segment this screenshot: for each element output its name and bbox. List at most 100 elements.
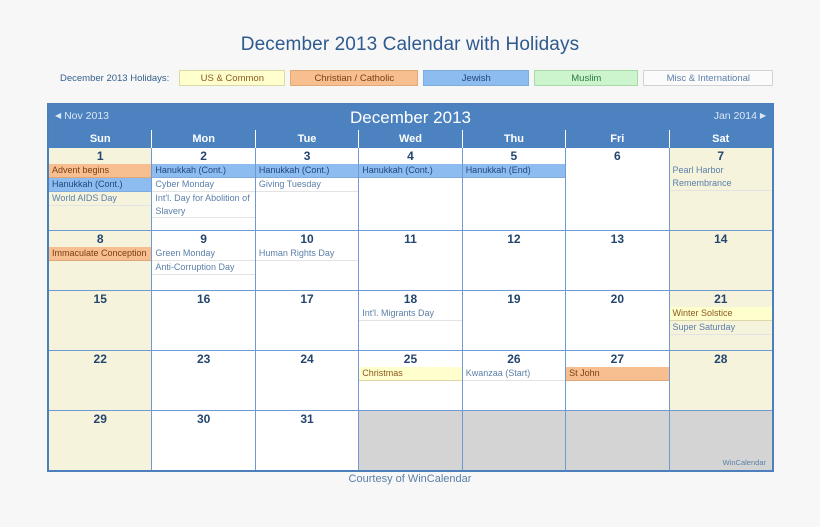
day-number: 19: [507, 292, 521, 306]
day-cell-6[interactable]: 6: [566, 148, 670, 230]
weekday-mon: Mon: [152, 130, 256, 148]
day-cell-27[interactable]: 27 St John: [566, 351, 670, 410]
day-cell-15[interactable]: 15: [49, 291, 153, 350]
day-cell-4[interactable]: 4 Hanukkah (Cont.): [359, 148, 463, 230]
day-number: 20: [610, 292, 624, 306]
day-cell-19[interactable]: 19: [462, 291, 567, 350]
event-label[interactable]: Immaculate Conception: [49, 247, 152, 261]
day-cell-23[interactable]: 23: [152, 351, 256, 410]
day-cell-20[interactable]: 20: [566, 291, 670, 350]
day-number: 5: [510, 149, 518, 163]
legend-item-jewish[interactable]: Jewish: [423, 70, 530, 86]
day-number: 8: [96, 232, 104, 246]
day-cell-13[interactable]: 13: [566, 231, 670, 290]
day-cell-12[interactable]: 12: [462, 231, 567, 290]
event-label[interactable]: Int'l. Day for Abolition of Slavery: [152, 192, 255, 218]
holiday-legend: December 2013 Holidays: US & Common Chri…: [60, 69, 778, 87]
event-label[interactable]: Hanukkah (Cont.): [152, 164, 255, 178]
event-label[interactable]: Anti-Corruption Day: [152, 261, 255, 275]
day-number: 17: [300, 292, 314, 306]
event-label[interactable]: Super Saturday: [669, 321, 772, 335]
calendar-week-row: 8 Immaculate Conception 9 Green Monday Anti-…: [49, 230, 772, 290]
event-label[interactable]: Human Rights Day: [255, 247, 359, 261]
day-cell-25[interactable]: 25 Christmas: [359, 351, 463, 410]
weekday-fri: Fri: [566, 130, 670, 148]
day-cell-26[interactable]: 26 Kwanzaa (Start): [462, 351, 567, 410]
day-cell-9[interactable]: 9 Green Monday Anti-Corruption Day: [152, 231, 256, 290]
day-cell-14[interactable]: 14: [669, 231, 772, 290]
day-cell-7[interactable]: 7 Pearl Harbor Remembrance: [669, 148, 772, 230]
calendar-page: December 2013 Calendar with Holidays Dec…: [0, 0, 820, 527]
event-label[interactable]: Hanukkah (End): [462, 164, 566, 178]
day-cell-24[interactable]: 24: [255, 351, 360, 410]
day-number: 25: [403, 352, 418, 366]
weekday-thu: Thu: [463, 130, 567, 148]
wincalendar-watermark: WinCalendar: [722, 458, 766, 467]
event-label[interactable]: Hanukkah (Cont.): [255, 164, 359, 178]
day-cell-29[interactable]: 29: [49, 411, 153, 470]
day-cell-18[interactable]: 18 Int'l. Migrants Day: [359, 291, 463, 350]
event-label[interactable]: Pearl Harbor Remembrance: [669, 164, 772, 191]
day-cell-10[interactable]: 10 Human Rights Day: [255, 231, 360, 290]
calendar-week-row: 22 23 24 25 Christmas 26 Kwanzaa (Start) 27 St J…: [49, 350, 772, 410]
prev-month-link[interactable]: ◀ Nov 2013: [55, 110, 109, 122]
legend-item-us-common[interactable]: US & Common: [179, 70, 286, 86]
event-label[interactable]: Giving Tuesday: [255, 178, 359, 192]
day-cell-28[interactable]: 28: [669, 351, 772, 410]
event-label[interactable]: St John: [566, 367, 669, 381]
calendar-week-row: 15 16 17 18 Int'l. Migrants Day 19 20 21 Winter …: [49, 290, 772, 350]
day-number: 15: [93, 292, 107, 306]
month-title: December 2013: [350, 108, 471, 127]
calendar-week-row: 1 Advent begins Hanukkah (Cont.) World AIDS…: [49, 148, 772, 230]
event-label[interactable]: World AIDS Day: [49, 192, 152, 206]
event-label[interactable]: Kwanzaa (Start): [462, 367, 566, 381]
day-cell-21[interactable]: 21 Winter Solstice Super Saturday: [669, 291, 772, 350]
event-label[interactable]: Cyber Monday: [152, 178, 255, 192]
event-label[interactable]: Winter Solstice: [669, 307, 772, 321]
legend-item-muslim[interactable]: Muslim: [534, 70, 639, 86]
day-number: 24: [300, 352, 314, 366]
next-month-link[interactable]: Jan 2014 ▶: [714, 110, 766, 122]
month-header: ◀ Nov 2013 December 2013 Jan 2014 ▶: [49, 105, 772, 130]
legend-item-misc-international[interactable]: Misc & International: [643, 70, 774, 86]
day-number: 27: [610, 352, 624, 366]
weekday-header-row: Sun Mon Tue Wed Thu Fri Sat: [49, 130, 772, 148]
day-cell-empty[interactable]: [566, 411, 670, 470]
event-label[interactable]: Green Monday: [152, 247, 255, 261]
day-number: 21: [714, 292, 728, 306]
day-cell-16[interactable]: 16: [152, 291, 256, 350]
day-cell-2[interactable]: 2 Hanukkah (Cont.) Cyber Monday Int'l. Day …: [152, 148, 256, 230]
day-number: 7: [717, 149, 725, 163]
day-cell-1[interactable]: 1 Advent begins Hanukkah (Cont.) World AIDS…: [49, 148, 153, 230]
weekday-sun: Sun: [49, 130, 153, 148]
day-cell-8[interactable]: 8 Immaculate Conception: [49, 231, 153, 290]
day-cell-30[interactable]: 30: [152, 411, 256, 470]
day-cell-empty[interactable]: [359, 411, 463, 470]
event-label[interactable]: Hanukkah (Cont.): [49, 178, 152, 192]
day-number: 1: [96, 149, 104, 163]
legend-item-christian-catholic[interactable]: Christian / Catholic: [290, 70, 419, 86]
day-cell-31[interactable]: 31: [255, 411, 360, 470]
day-cell-22[interactable]: 22: [49, 351, 153, 410]
event-label[interactable]: Int'l. Migrants Day: [359, 307, 462, 321]
event-label[interactable]: Christmas: [359, 367, 462, 381]
day-number: 4: [407, 149, 414, 163]
right-arrow-icon: ▶: [759, 111, 766, 120]
day-number: 16: [196, 292, 211, 306]
day-number: 6: [613, 149, 621, 163]
day-cell-empty[interactable]: [462, 411, 567, 470]
day-number: 26: [507, 352, 521, 366]
day-cell-3[interactable]: 3 Hanukkah (Cont.) Giving Tuesday: [255, 148, 360, 230]
event-label[interactable]: Hanukkah (Cont.): [359, 164, 462, 178]
day-number: 28: [714, 352, 728, 366]
day-number: 18: [403, 292, 418, 306]
day-number: 2: [200, 149, 207, 163]
event-label[interactable]: Advent begins: [49, 164, 152, 178]
day-number: 11: [404, 232, 417, 246]
day-cell-11[interactable]: 11: [359, 231, 463, 290]
day-number: 12: [507, 232, 521, 246]
day-cell-17[interactable]: 17: [255, 291, 360, 350]
day-number: 13: [610, 232, 624, 246]
day-cell-5[interactable]: 5 Hanukkah (End): [462, 148, 567, 230]
prev-month-label: Nov 2013: [64, 110, 110, 122]
